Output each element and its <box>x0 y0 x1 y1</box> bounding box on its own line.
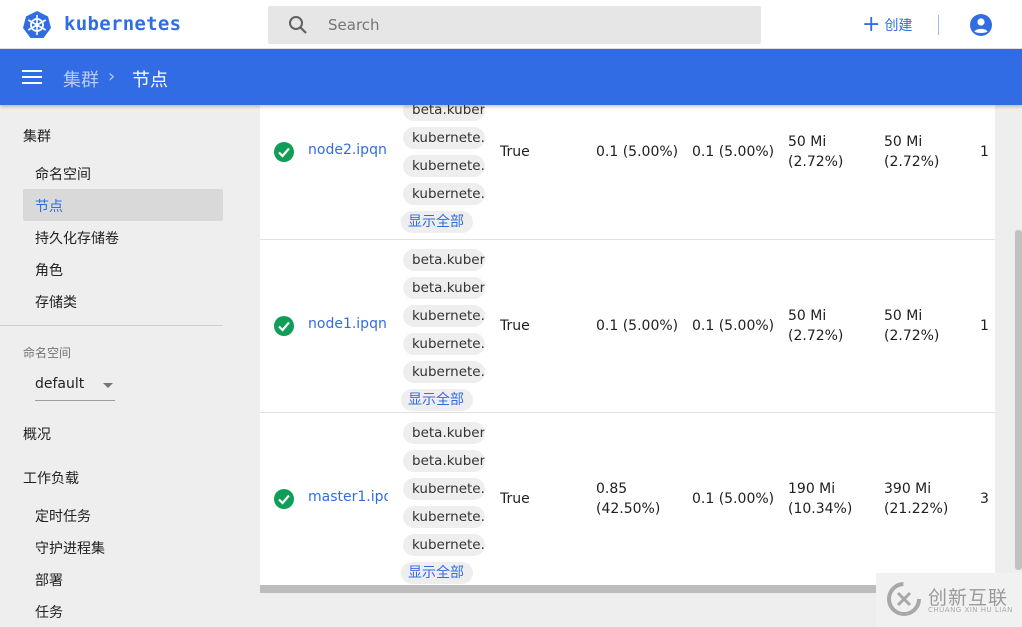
sidebar-item-jobs[interactable]: 任务 <box>35 602 63 622</box>
sidebar-divider <box>0 325 223 326</box>
sidebar-item-overview[interactable]: 概况 <box>23 424 51 444</box>
cpu-requests: 0.85 (42.50%) <box>596 481 661 517</box>
label-chip: kubernete... <box>403 478 485 500</box>
label-chip: kubernete... <box>403 333 485 355</box>
watermark-logo-icon <box>887 582 921 616</box>
node-name-link[interactable]: node1.ipqnk <box>308 316 388 332</box>
vertical-scrollbar-thumb[interactable] <box>1015 230 1022 570</box>
node-name-link[interactable]: node2.ipqnk <box>308 142 388 158</box>
label-chip: kubernete... <box>403 506 485 528</box>
namespace-select-value: default <box>35 376 85 392</box>
breadcrumb-chevron-icon: › <box>108 66 116 87</box>
hamburger-menu-icon[interactable] <box>22 67 44 87</box>
breadcrumb-cluster[interactable]: 集群 <box>63 66 99 92</box>
page-header: 集群 › 节点 <box>0 49 1022 105</box>
sidebar-section-workloads[interactable]: 工作负载 <box>23 468 79 488</box>
memory-limits: 390 Mi (21.22%) <box>884 481 949 517</box>
sidebar-item-namespaces[interactable]: 命名空间 <box>35 164 91 184</box>
sidebar-section-cluster[interactable]: 集群 <box>23 126 51 146</box>
top-bar: kubernetes + 创建 <box>0 0 1022 49</box>
create-button[interactable]: + 创建 <box>862 12 912 38</box>
cpu-limits: 0.1 (5.00%) <box>692 144 775 160</box>
memory-limits: 50 Mi (2.72%) <box>884 308 940 344</box>
pods-count: 3 : <box>980 491 995 507</box>
label-chip: kubernete... <box>403 361 485 383</box>
table-row: node2.ipqnk beta.kuber. kubernete... kub… <box>260 105 995 240</box>
search-bar[interactable] <box>268 6 761 44</box>
sidebar-item-roles[interactable]: 角色 <box>35 260 63 280</box>
watermark-subtext: CHUANG XIN HU LIAN <box>928 606 1013 614</box>
cpu-requests: 0.1 (5.00%) <box>596 318 679 334</box>
search-input[interactable] <box>328 6 748 44</box>
brand-name[interactable]: kubernetes <box>64 13 181 35</box>
label-chip: beta.kuber. <box>403 450 485 472</box>
check-circle-icon <box>274 316 294 336</box>
memory-requests: 50 Mi (2.72%) <box>788 134 844 170</box>
nodes-table: node2.ipqnk beta.kuber. kubernete... kub… <box>260 105 995 590</box>
cpu-requests: 0.1 (5.00%) <box>596 144 679 160</box>
sidebar-item-deployments[interactable]: 部署 <box>35 570 63 590</box>
check-circle-icon <box>274 142 294 162</box>
label-chip: beta.kuber. <box>403 249 485 271</box>
ready-status: True <box>500 144 530 160</box>
show-all-labels-button[interactable]: 显示全部 <box>401 389 473 411</box>
memory-requests: 50 Mi (2.72%) <box>788 308 844 344</box>
check-circle-icon <box>274 489 294 509</box>
account-circle-icon[interactable] <box>969 13 993 37</box>
search-icon <box>289 16 307 34</box>
label-chip: kubernete... <box>403 127 485 149</box>
table-row: master1.ipqr beta.kuber. beta.kuber. kub… <box>260 413 995 590</box>
create-button-label: 创建 <box>884 18 913 34</box>
watermark: 创新互联 CHUANG XIN HU LIAN <box>876 573 1022 627</box>
plus-icon: + <box>862 12 881 37</box>
label-chip: beta.kuber. <box>403 105 485 121</box>
sidebar-item-cronjobs[interactable]: 定时任务 <box>35 506 91 526</box>
table-row: node1.ipqnk beta.kuber. beta.kuber. kube… <box>260 240 995 413</box>
namespace-label: 命名空间 <box>23 346 72 360</box>
label-chip: kubernete... <box>403 155 485 177</box>
sidebar-item-nodes-label: 节点 <box>35 199 63 215</box>
label-chip: kubernete... <box>403 183 485 205</box>
sidebar-item-daemonsets[interactable]: 守护进程集 <box>35 538 105 558</box>
cpu-limits: 0.1 (5.00%) <box>692 318 775 334</box>
show-all-labels-button[interactable]: 显示全部 <box>401 562 473 584</box>
dropdown-arrow-icon <box>103 383 113 388</box>
ready-status: True <box>500 318 530 334</box>
pods-count: 1 : <box>980 318 995 334</box>
namespace-select[interactable]: default <box>35 373 115 401</box>
horizontal-scrollbar[interactable] <box>260 585 876 593</box>
sidebar: 集群 命名空间 节点 持久化存储卷 角色 存储类 命名空间 default 概况… <box>0 105 240 627</box>
label-chip: beta.kuber. <box>403 422 485 444</box>
toolbar-divider <box>938 15 939 35</box>
sidebar-item-persistent-volumes[interactable]: 持久化存储卷 <box>35 228 119 248</box>
cpu-limits: 0.1 (5.00%) <box>692 491 775 507</box>
memory-requests: 190 Mi (10.34%) <box>788 481 853 517</box>
memory-limits: 50 Mi (2.72%) <box>884 134 940 170</box>
show-all-labels-button[interactable]: 显示全部 <box>401 211 473 233</box>
kubernetes-logo-icon[interactable] <box>22 10 52 40</box>
pods-count: 1 : <box>980 144 995 160</box>
label-chip: beta.kuber. <box>403 277 485 299</box>
node-name-link[interactable]: master1.ipqr <box>308 489 388 505</box>
sidebar-item-storage-classes[interactable]: 存储类 <box>35 292 77 312</box>
ready-status: True <box>500 491 530 507</box>
page-title: 节点 <box>132 70 168 91</box>
label-chip: kubernete... <box>403 534 485 556</box>
label-chip: kubernete... <box>403 305 485 327</box>
